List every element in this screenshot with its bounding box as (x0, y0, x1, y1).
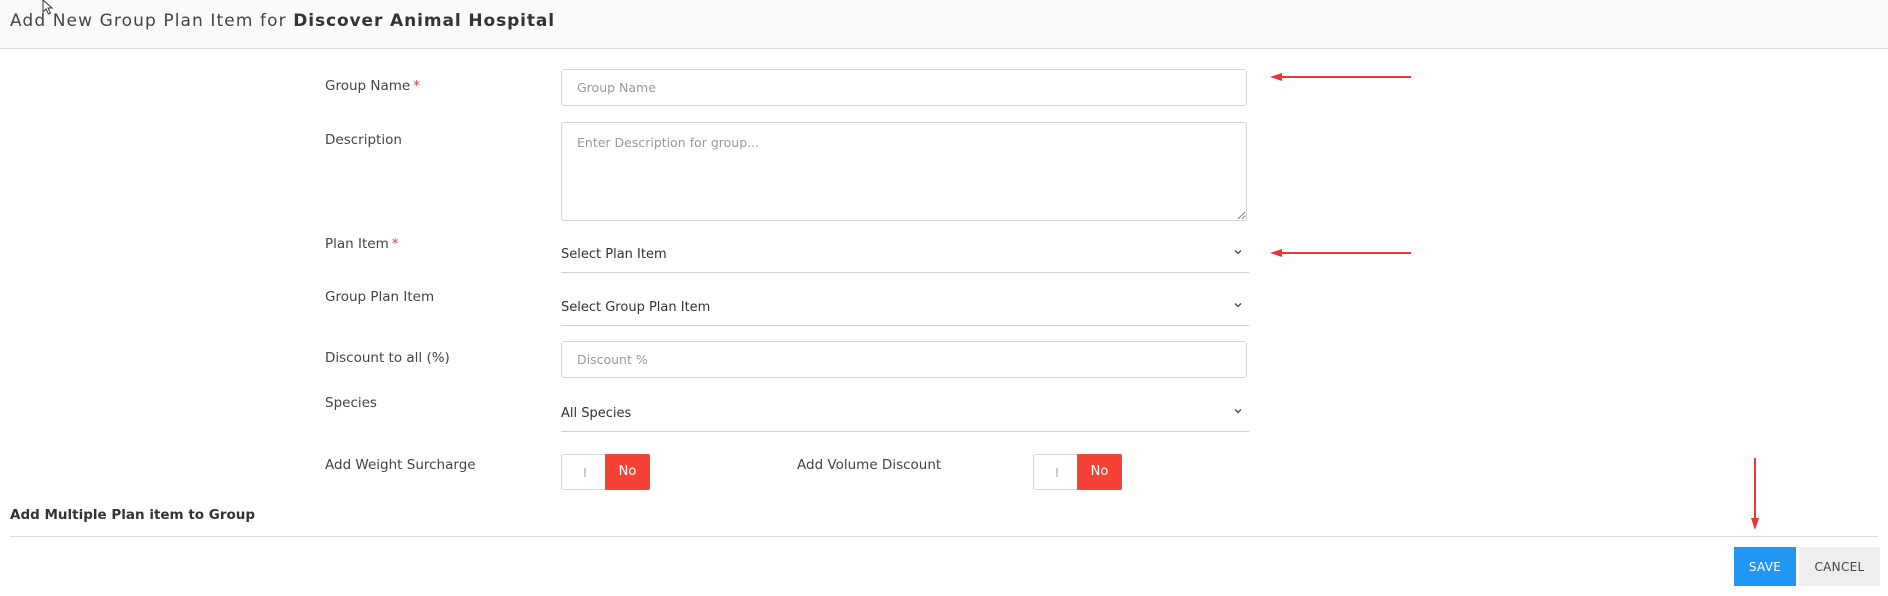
toggle-handle (563, 456, 606, 488)
arrow-to-group-name (1270, 73, 1411, 81)
discount-input[interactable] (561, 341, 1247, 378)
species-select[interactable]: All Species (561, 395, 1249, 432)
page-header: Add New Group Plan Item for Discover Ani… (0, 0, 1888, 49)
volume-discount-label: Add Volume Discount (797, 457, 942, 473)
description-textarea[interactable] (561, 122, 1247, 221)
toggle-off-label: No (605, 454, 650, 490)
weight-surcharge-toggle[interactable]: No (561, 454, 650, 490)
chevron-down-icon (1234, 250, 1242, 255)
group-name-input[interactable] (561, 69, 1247, 106)
save-button[interactable]: SAVE (1734, 547, 1796, 586)
arrow-to-plan-item (1270, 249, 1411, 257)
arrow-to-save-button (1751, 458, 1759, 530)
plan-item-selected-value: Select Plan Item (561, 247, 667, 262)
plan-item-select[interactable]: Select Plan Item (561, 236, 1249, 273)
cancel-button[interactable]: CANCEL (1799, 547, 1880, 586)
weight-surcharge-label: Add Weight Surcharge (325, 457, 476, 473)
group-plan-item-select[interactable]: Select Group Plan Item (561, 289, 1249, 326)
toggle-off-label: No (1077, 454, 1122, 490)
toggle-handle (1035, 456, 1078, 488)
divider (10, 536, 1878, 537)
page-title: Add New Group Plan Item for Discover Ani… (10, 11, 555, 31)
required-marker: * (413, 78, 420, 94)
plan-item-label: Plan Item * (325, 236, 399, 252)
group-name-label-text: Group Name (325, 78, 411, 94)
discount-label: Discount to all (%) (325, 350, 450, 366)
species-label: Species (325, 395, 377, 411)
clinic-name: Discover Animal Hospital (293, 11, 556, 31)
group-name-label: Group Name * (325, 78, 420, 94)
chevron-down-icon (1234, 303, 1242, 308)
group-plan-item-label: Group Plan Item (325, 289, 435, 305)
chevron-down-icon (1234, 409, 1242, 414)
volume-discount-toggle[interactable]: No (1033, 454, 1122, 490)
mouse-pointer-icon (42, 0, 54, 15)
grip-icon (1056, 468, 1058, 477)
description-label: Description (325, 132, 402, 148)
grip-icon (584, 468, 586, 477)
section-title: Add Multiple Plan item to Group (10, 507, 256, 523)
group-plan-item-selected-value: Select Group Plan Item (561, 300, 711, 315)
required-marker: * (391, 236, 399, 252)
species-selected-value: All Species (561, 406, 632, 421)
plan-item-label-text: Plan Item (325, 236, 389, 252)
